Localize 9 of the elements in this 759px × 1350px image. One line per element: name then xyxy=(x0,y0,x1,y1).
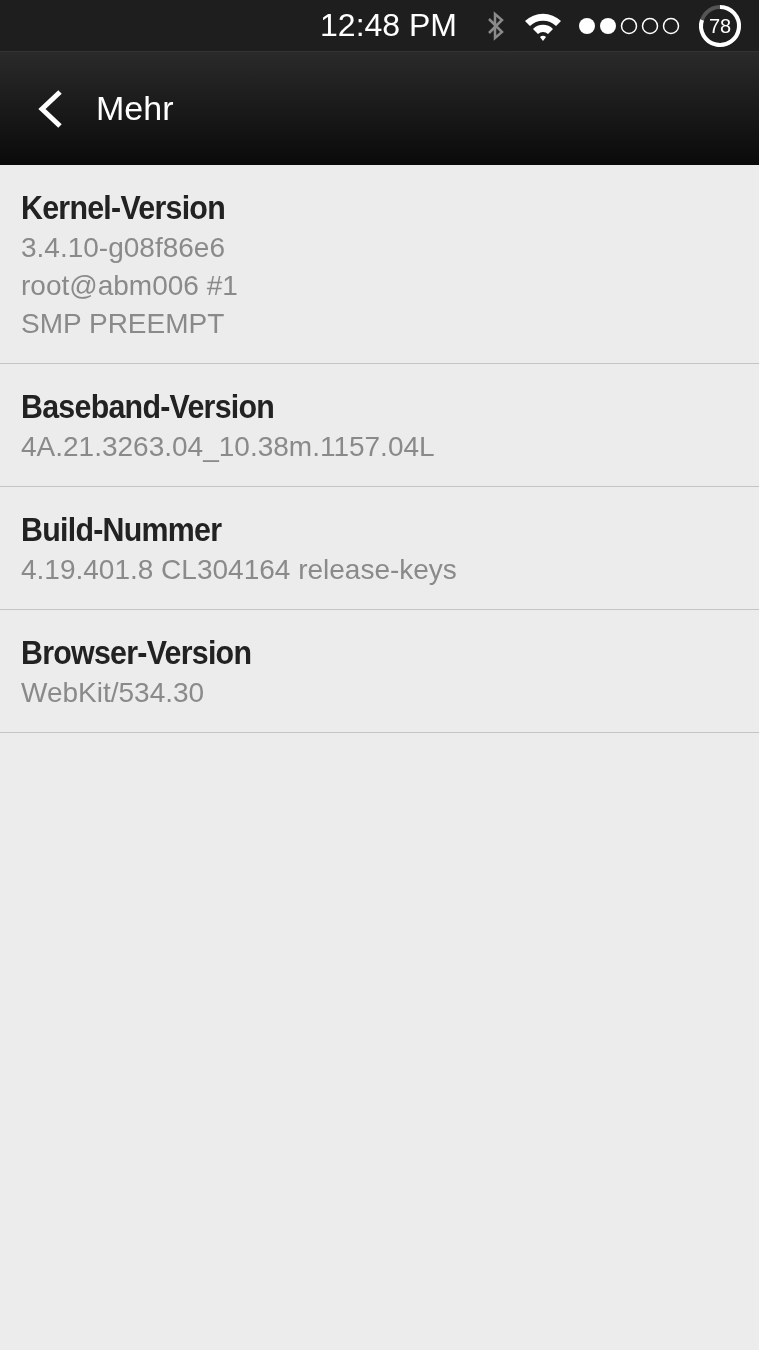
back-icon[interactable] xyxy=(36,88,64,129)
settings-item[interactable]: Browser-Version WebKit/534.30 xyxy=(0,610,759,733)
settings-item[interactable]: Kernel-Version 3.4.10-g08f86e6 root@abm006 #1 SMP PREEMPT xyxy=(0,165,759,364)
status-time: 12:48 PM xyxy=(320,7,457,44)
battery-icon: 78 xyxy=(697,2,743,49)
bluetooth-icon xyxy=(487,9,505,42)
screen-title: Mehr xyxy=(96,89,174,128)
settings-item[interactable]: Baseband-Version 4A.21.3263.04_10.38m.1157.04L xyxy=(0,364,759,487)
settings-item[interactable]: Build-Nummer 4.19.401.8 CL304164 release-keys xyxy=(0,487,759,610)
